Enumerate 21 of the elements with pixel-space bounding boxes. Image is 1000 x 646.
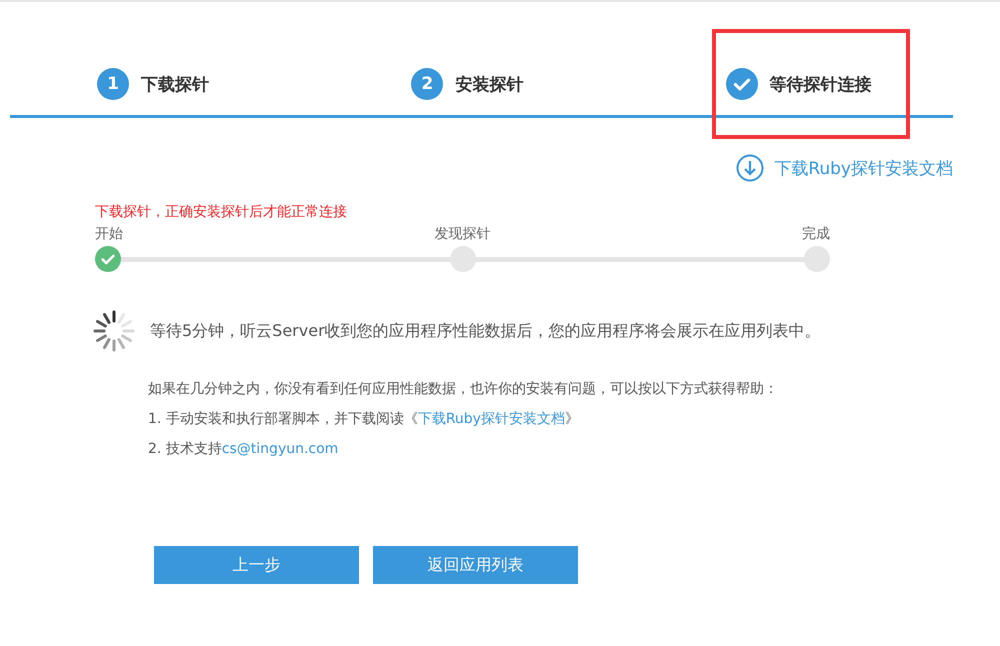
help-link[interactable]: 下载Ruby探针安装文档 <box>418 411 565 427</box>
action-button[interactable]: 返回应用列表 <box>373 546 578 584</box>
loading-spinner-icon <box>93 310 135 352</box>
step-number: 1 <box>97 68 129 100</box>
stage-label: 发现探针 <box>434 225 490 243</box>
stage-label: 开始 <box>95 225 123 243</box>
step-label: 安装探针 <box>455 74 524 96</box>
step-number: 2 <box>411 68 444 100</box>
warning-text: 下载探针，正确安装探针后才能正常连接 <box>95 203 348 221</box>
help-item: 2. 技术支持cs@tingyun.com <box>148 440 340 459</box>
help-intro: 如果在几分钟之内，你没有看到任何应用性能数据，也许你的安装有问题，可以按以下方式获得帮助： <box>148 380 779 399</box>
action-button[interactable]: 上一步 <box>154 546 359 584</box>
check-circle-icon <box>726 68 758 100</box>
step-label: 下载探针 <box>141 74 209 96</box>
download-icon <box>736 154 764 182</box>
waiting-message: 等待5分钟，听云Server收到您的应用程序性能数据后，您的应用程序将会展示在应用列表中。 <box>150 320 821 342</box>
stage-label: 完成 <box>802 225 830 243</box>
help-item: 1. 手动安装和执行部署脚本，并下载阅读《下载Ruby探针安装文档》 <box>148 410 580 429</box>
download-doc-link[interactable]: 下载Ruby探针安装文档 <box>774 156 953 180</box>
help-link[interactable]: cs@tingyun.com <box>222 441 338 457</box>
step-label: 等待探针连接 <box>770 74 872 96</box>
